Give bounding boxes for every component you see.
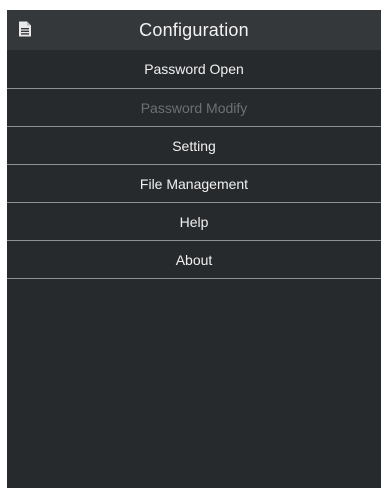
menu-item-setting[interactable]: Setting xyxy=(7,127,381,165)
menu-item-about[interactable]: About xyxy=(7,241,381,279)
configuration-menu: Password Open Password Modify Setting Fi… xyxy=(7,50,381,279)
title-bar: Configuration xyxy=(7,10,381,50)
document-icon xyxy=(18,21,32,37)
menu-item-password-modify: Password Modify xyxy=(7,89,381,127)
dialog-title: Configuration xyxy=(139,19,249,40)
menu-item-password-open[interactable]: Password Open xyxy=(7,50,381,89)
menu-item-file-management[interactable]: File Management xyxy=(7,165,381,203)
configuration-dialog: Configuration Password Open Password Mod… xyxy=(7,10,381,488)
menu-item-help[interactable]: Help xyxy=(7,203,381,241)
